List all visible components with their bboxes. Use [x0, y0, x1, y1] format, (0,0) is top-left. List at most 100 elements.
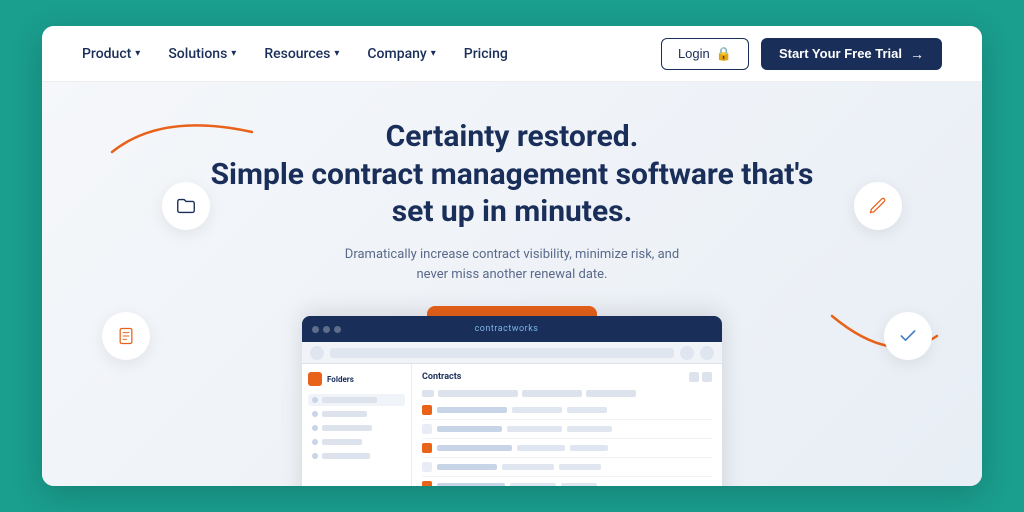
- main-icon-1: [689, 372, 699, 382]
- sidebar-line-5: [322, 453, 370, 459]
- row-bar-1b: [512, 407, 562, 413]
- folder-icon-circle: [162, 182, 210, 230]
- col-date: [522, 390, 582, 397]
- folder-icon: [175, 195, 197, 217]
- sidebar-dot-2: [312, 411, 318, 417]
- table-row: [422, 401, 712, 420]
- trial-button[interactable]: Start Your Free Trial →: [761, 38, 942, 70]
- sidebar-row-4[interactable]: [308, 436, 405, 448]
- col-check: [422, 390, 434, 397]
- sidebar-dot-4: [312, 439, 318, 445]
- window-dot-2: [323, 326, 330, 333]
- window-dot-1: [312, 326, 319, 333]
- row-bar-2a: [437, 426, 502, 432]
- nav-solutions-label: Solutions: [168, 46, 227, 62]
- nav-company-label: Company: [367, 46, 426, 62]
- sidebar-header: Folders: [308, 372, 405, 386]
- browser-window: Product ▾ Solutions ▾ Resources ▾ Compan…: [42, 26, 982, 486]
- pencil-icon-circle: [854, 182, 902, 230]
- trial-label: Start Your Free Trial: [779, 46, 902, 61]
- window-dot-3: [334, 326, 341, 333]
- row-bar-3a: [437, 445, 512, 451]
- hero-headline-line3: set up in minutes.: [392, 194, 633, 229]
- col-name: [438, 390, 518, 397]
- row-icon-1: [422, 405, 432, 415]
- product-chevron-icon: ▾: [135, 48, 140, 59]
- app-title-bar: contractworks: [302, 316, 722, 342]
- toolbar-dot2: [680, 346, 694, 360]
- resources-chevron-icon: ▾: [334, 48, 339, 59]
- row-bar-4b: [502, 464, 554, 470]
- nav-actions: Login 🔒 Start Your Free Trial →: [661, 38, 942, 70]
- nav-item-pricing[interactable]: Pricing: [464, 46, 508, 62]
- trial-arrow-icon: →: [910, 46, 924, 62]
- nav-item-resources[interactable]: Resources ▾: [264, 46, 339, 62]
- login-button[interactable]: Login 🔒: [661, 38, 749, 70]
- row-icon-2: [422, 424, 432, 434]
- app-toolbar: [302, 342, 722, 364]
- table-row: [422, 439, 712, 458]
- row-icon-3: [422, 443, 432, 453]
- sidebar-folder-icon: [308, 372, 322, 386]
- checkmark-icon-circle: [884, 312, 932, 360]
- sidebar-line-2: [322, 411, 367, 417]
- app-brand-text: contractworks: [475, 324, 539, 334]
- sidebar-dot-5: [312, 453, 318, 459]
- document-icon: [116, 326, 136, 346]
- table-row: [422, 458, 712, 477]
- app-main-content: Contracts: [412, 364, 722, 486]
- hero-text-block: Certainty restored. Simple contract mana…: [211, 118, 814, 346]
- row-bar-2c: [567, 426, 612, 432]
- row-bar-4a: [437, 464, 497, 470]
- row-icon-4: [422, 462, 432, 472]
- hero-headline: Certainty restored. Simple contract mana…: [211, 118, 814, 231]
- row-bar-3c: [570, 445, 608, 451]
- nav-item-product[interactable]: Product ▾: [82, 46, 140, 62]
- app-screenshot-mockup: contractworks Folders: [302, 316, 722, 486]
- nav-item-company[interactable]: Company ▾: [367, 46, 435, 62]
- row-bar-5a: [437, 483, 505, 486]
- toolbar-dot: [310, 346, 324, 360]
- app-window-dots: [312, 326, 341, 333]
- solutions-chevron-icon: ▾: [231, 48, 236, 59]
- row-bar-2b: [507, 426, 562, 432]
- table-row: [422, 420, 712, 439]
- document-icon-circle: [102, 312, 150, 360]
- navbar: Product ▾ Solutions ▾ Resources ▾ Compan…: [42, 26, 982, 82]
- row-bar-5c: [561, 483, 597, 486]
- row-icon-5: [422, 481, 432, 486]
- app-body: Folders: [302, 364, 722, 486]
- col-status: [586, 390, 636, 397]
- checkmark-icon: [898, 326, 918, 346]
- sidebar-row-1[interactable]: [308, 394, 405, 406]
- sidebar-dot-1: [312, 397, 318, 403]
- pencil-icon: [868, 196, 888, 216]
- table-column-headers: [422, 390, 712, 397]
- table-row: [422, 477, 712, 486]
- sidebar-line-1: [322, 397, 377, 403]
- sidebar-line-4: [322, 439, 362, 445]
- sidebar-dot-3: [312, 425, 318, 431]
- toolbar-dot3: [700, 346, 714, 360]
- app-sidebar: Folders: [302, 364, 412, 486]
- row-bar-5b: [510, 483, 556, 486]
- sidebar-line-3: [322, 425, 372, 431]
- nav-links: Product ▾ Solutions ▾ Resources ▾ Compan…: [82, 46, 508, 62]
- lock-icon: 🔒: [716, 46, 732, 62]
- nav-resources-label: Resources: [264, 46, 330, 62]
- hero-headline-line1: Certainty restored.: [386, 119, 639, 154]
- sidebar-row-5[interactable]: [308, 450, 405, 462]
- login-label: Login: [678, 46, 710, 61]
- nav-product-label: Product: [82, 46, 131, 62]
- row-bar-1a: [437, 407, 507, 413]
- nav-item-solutions[interactable]: Solutions ▾: [168, 46, 236, 62]
- row-bar-4c: [559, 464, 601, 470]
- sidebar-row-2[interactable]: [308, 408, 405, 420]
- company-chevron-icon: ▾: [431, 48, 436, 59]
- main-title-row: Contracts: [422, 372, 712, 382]
- toolbar-bar: [330, 348, 674, 358]
- row-bar-3b: [517, 445, 565, 451]
- row-bar-1c: [567, 407, 607, 413]
- sidebar-row-3[interactable]: [308, 422, 405, 434]
- main-section-title: Contracts: [422, 372, 461, 382]
